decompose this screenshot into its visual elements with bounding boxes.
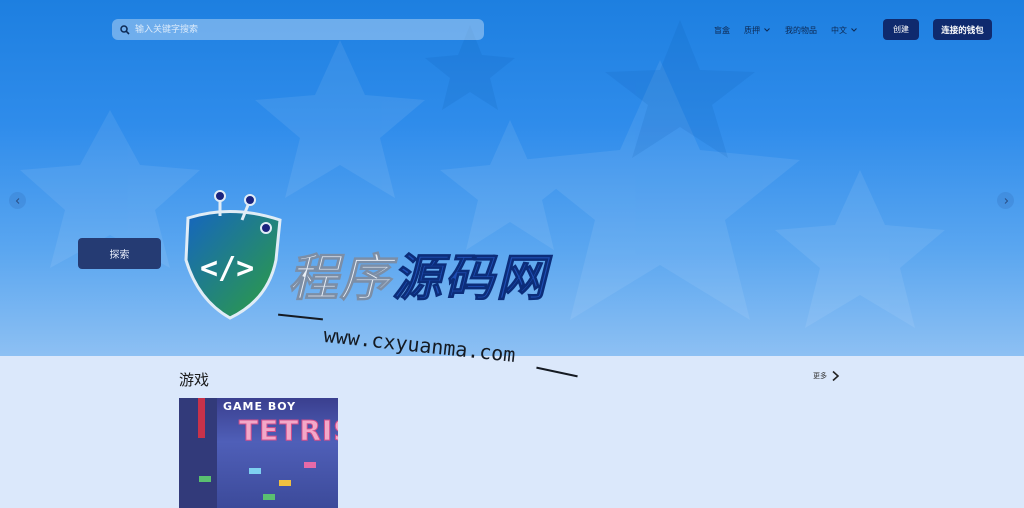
svg-text:</>: </> xyxy=(200,251,254,286)
nav-item-blindbox[interactable]: 盲盒 xyxy=(714,25,730,36)
more-label: 更多 xyxy=(813,372,827,380)
watermark-title: 程序源码网 xyxy=(288,249,548,308)
divider xyxy=(536,366,578,378)
nav-item-label: 盲盒 xyxy=(714,25,730,35)
chevron-down-icon xyxy=(851,28,857,32)
code-shield-logo: </> xyxy=(184,190,282,320)
card-brand: GAME BOY xyxy=(223,400,297,413)
chevron-right-icon xyxy=(1004,197,1008,204)
tetris-block xyxy=(263,494,275,500)
tetris-block xyxy=(279,480,291,486)
create-button[interactable]: 创建 xyxy=(883,19,919,40)
connect-wallet-button[interactable]: 连接的钱包 xyxy=(933,19,992,40)
search-bar[interactable] xyxy=(112,19,484,40)
watermark: </> 程序源码网 www.cxyuanma.com xyxy=(180,190,620,390)
watermark-url: www.cxyuanma.com xyxy=(322,323,517,368)
chevron-down-icon xyxy=(764,28,770,32)
section-title: 游戏 xyxy=(179,371,210,389)
tetris-block xyxy=(304,462,316,468)
chevron-left-icon xyxy=(15,197,19,204)
nav-item-my-items[interactable]: 我的物品 xyxy=(785,25,817,36)
top-nav: 盲盒 质押 我的物品 中文 xyxy=(714,21,858,39)
nav-item-label: 我的物品 xyxy=(785,25,817,35)
game-card[interactable]: GAME BOY TETRIS xyxy=(179,398,338,508)
more-link[interactable]: 更多 xyxy=(813,370,840,382)
carousel-next-button[interactable] xyxy=(997,192,1014,209)
search-input[interactable] xyxy=(133,19,484,40)
language-selector[interactable]: 中文 xyxy=(831,25,858,36)
explore-button[interactable]: 探索 xyxy=(78,238,161,269)
search-icon xyxy=(117,22,133,38)
carousel-prev-button[interactable] xyxy=(9,192,26,209)
chevron-right-icon xyxy=(832,370,840,382)
tetris-block xyxy=(249,468,261,474)
tetris-block xyxy=(199,476,211,482)
nav-item-label: 中文 xyxy=(831,25,847,35)
card-title: TETRIS xyxy=(238,414,338,448)
card-spine xyxy=(179,398,217,508)
nav-item-staking[interactable]: 质押 xyxy=(744,25,771,36)
nav-item-label: 质押 xyxy=(744,25,760,35)
